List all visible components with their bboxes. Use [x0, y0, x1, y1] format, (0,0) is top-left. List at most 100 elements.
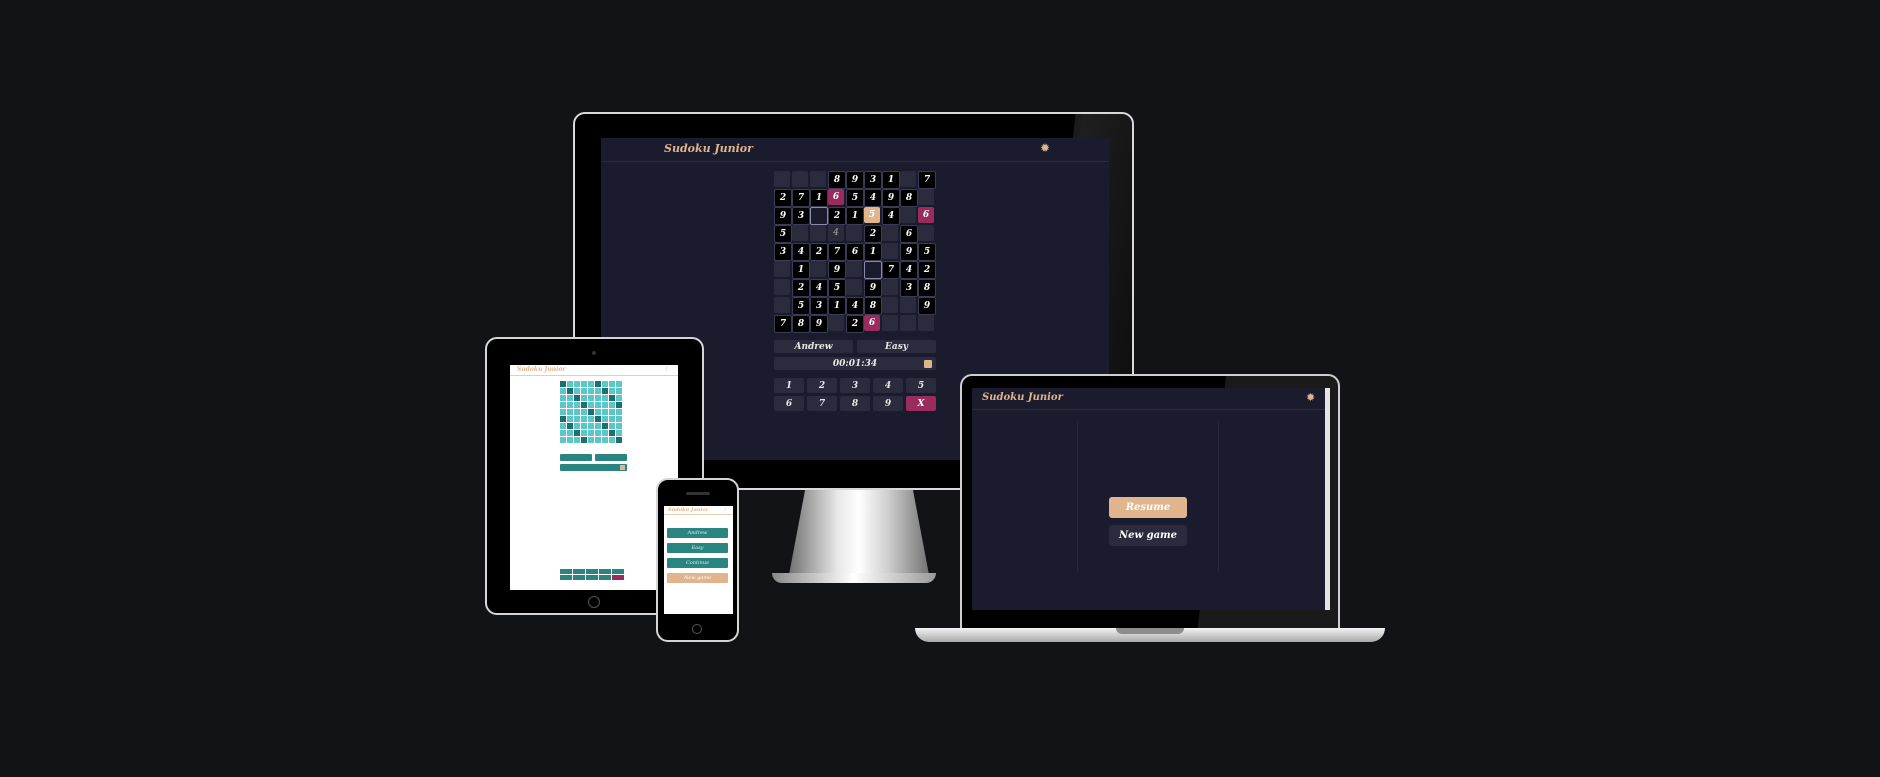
number-button[interactable]: 1 [774, 378, 804, 393]
sudoku-cell[interactable] [616, 437, 622, 443]
sudoku-cell[interactable] [846, 279, 862, 295]
sudoku-cell[interactable] [774, 279, 790, 295]
sudoku-cell[interactable] [567, 430, 573, 436]
sudoku-cell[interactable] [918, 189, 934, 205]
sudoku-cell[interactable]: 6 [864, 315, 880, 331]
sudoku-cell[interactable] [810, 171, 826, 187]
sudoku-cell[interactable]: 9 [918, 297, 936, 315]
sudoku-cell[interactable] [609, 388, 615, 394]
resume-button[interactable]: Resume [1109, 497, 1187, 518]
sudoku-cell[interactable]: 3 [864, 171, 882, 189]
sudoku-cell[interactable] [560, 402, 566, 408]
sudoku-cell[interactable]: 6 [828, 189, 844, 205]
sudoku-cell[interactable]: 9 [774, 207, 792, 225]
sudoku-cell[interactable]: 8 [864, 297, 882, 315]
sudoku-cell[interactable] [882, 315, 898, 331]
player-name-button[interactable]: Andrew [667, 528, 728, 538]
player-name[interactable]: Andrew [774, 340, 853, 353]
sudoku-cell[interactable]: 2 [810, 243, 828, 261]
sudoku-cell[interactable]: 1 [846, 207, 864, 225]
sudoku-cell[interactable] [616, 388, 622, 394]
sudoku-cell[interactable] [602, 388, 608, 394]
number-button[interactable] [599, 569, 611, 574]
sudoku-cell[interactable] [581, 402, 587, 408]
sudoku-cell[interactable] [810, 207, 828, 225]
moon-icon[interactable]: ☾ [724, 507, 728, 513]
sudoku-cell[interactable]: 4 [864, 189, 882, 207]
sudoku-cell[interactable] [588, 381, 594, 387]
sudoku-cell[interactable] [581, 423, 587, 429]
sudoku-cell[interactable] [560, 409, 566, 415]
sudoku-cell[interactable]: 5 [828, 279, 846, 297]
number-button[interactable]: 7 [807, 396, 837, 411]
sudoku-cell[interactable] [574, 381, 580, 387]
sudoku-cell[interactable] [581, 409, 587, 415]
sudoku-cell[interactable]: 7 [774, 315, 792, 333]
sudoku-cell[interactable] [602, 409, 608, 415]
player-name[interactable] [560, 454, 592, 461]
sudoku-cell[interactable] [882, 243, 898, 259]
sudoku-cell[interactable]: 4 [810, 279, 828, 297]
sudoku-cell[interactable]: 8 [828, 171, 846, 189]
sudoku-cell[interactable] [567, 402, 573, 408]
sudoku-cell[interactable] [616, 381, 622, 387]
sudoku-cell[interactable]: 2 [792, 279, 810, 297]
sudoku-cell[interactable]: 2 [828, 207, 846, 225]
sudoku-cell[interactable] [616, 395, 622, 401]
sudoku-cell[interactable] [560, 381, 566, 387]
sudoku-cell[interactable] [882, 225, 898, 241]
pause-button[interactable] [620, 465, 625, 470]
sudoku-cell[interactable]: 3 [900, 279, 918, 297]
number-button[interactable] [560, 575, 572, 580]
sudoku-cell[interactable]: 3 [810, 297, 828, 315]
sudoku-cell[interactable] [581, 437, 587, 443]
sudoku-cell[interactable] [574, 402, 580, 408]
erase-button[interactable] [612, 575, 624, 580]
number-button[interactable] [586, 569, 598, 574]
number-button[interactable] [573, 569, 585, 574]
sudoku-cell[interactable] [567, 416, 573, 422]
number-button[interactable]: 4 [873, 378, 903, 393]
sudoku-cell[interactable] [602, 430, 608, 436]
sudoku-cell[interactable] [574, 409, 580, 415]
number-button[interactable]: 3 [840, 378, 870, 393]
sudoku-cell[interactable]: 1 [828, 297, 846, 315]
number-button[interactable] [573, 575, 585, 580]
sudoku-cell[interactable]: 7 [882, 261, 900, 279]
sudoku-cell[interactable]: 4 [846, 297, 864, 315]
sudoku-cell[interactable] [616, 423, 622, 429]
sudoku-cell[interactable] [774, 261, 790, 277]
sudoku-cell[interactable] [609, 430, 615, 436]
difficulty-button[interactable]: Easy [667, 543, 728, 553]
sudoku-cell[interactable] [567, 381, 573, 387]
difficulty-label[interactable]: Easy [857, 340, 936, 353]
sudoku-cell[interactable] [595, 416, 601, 422]
sudoku-cell[interactable] [581, 381, 587, 387]
sudoku-cell[interactable]: 9 [882, 189, 900, 207]
number-button[interactable] [560, 569, 572, 574]
sudoku-cell[interactable] [560, 423, 566, 429]
number-button[interactable] [586, 575, 598, 580]
sudoku-cell[interactable] [774, 171, 790, 187]
sudoku-cell[interactable] [567, 423, 573, 429]
number-button[interactable]: 5 [906, 378, 936, 393]
sudoku-cell[interactable] [918, 315, 934, 331]
sudoku-cell[interactable] [574, 437, 580, 443]
sudoku-cell[interactable] [609, 437, 615, 443]
gear-icon[interactable]: ✹ [1040, 141, 1050, 155]
sudoku-cell[interactable]: 8 [792, 315, 810, 333]
sudoku-cell[interactable] [609, 423, 615, 429]
sudoku-cell[interactable] [588, 395, 594, 401]
sudoku-cell[interactable]: 1 [810, 189, 828, 207]
sudoku-cell[interactable]: 1 [882, 171, 900, 189]
sudoku-cell[interactable] [595, 388, 601, 394]
sudoku-cell[interactable]: 7 [792, 189, 810, 207]
sudoku-cell[interactable] [581, 430, 587, 436]
sudoku-cell[interactable] [588, 402, 594, 408]
sudoku-cell[interactable] [602, 416, 608, 422]
sudoku-cell[interactable] [609, 402, 615, 408]
sudoku-cell[interactable] [846, 261, 862, 277]
erase-button[interactable]: X [906, 396, 936, 411]
home-button[interactable] [588, 596, 600, 608]
sudoku-cell[interactable]: 6 [846, 243, 864, 261]
